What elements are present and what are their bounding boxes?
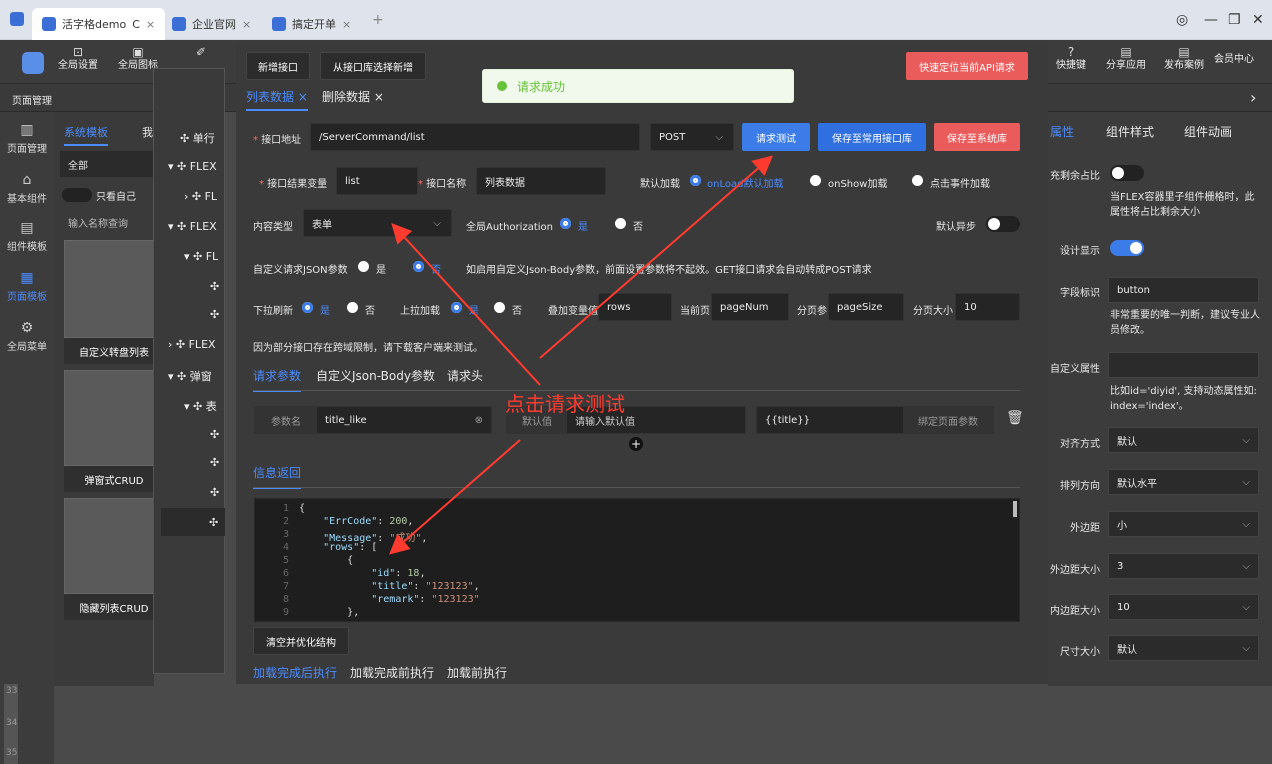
annotation-arrows (388, 155, 774, 555)
arrow-to-response (388, 439, 521, 555)
arrow-to-content-type (391, 223, 541, 386)
arrow-to-test-button (539, 155, 774, 359)
annotation-text: 点击请求测试 (505, 392, 625, 416)
